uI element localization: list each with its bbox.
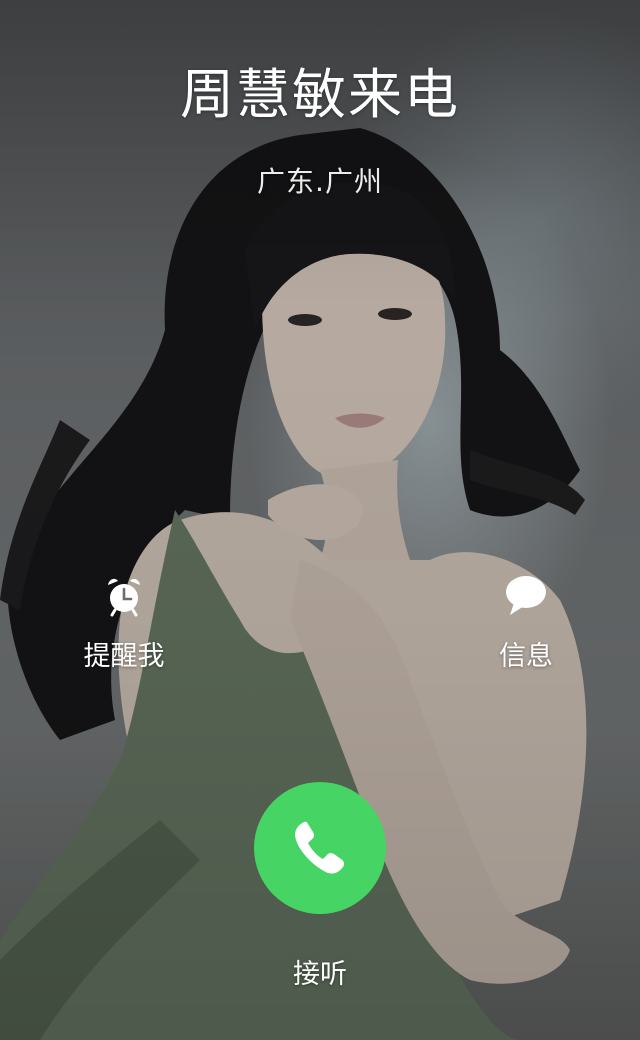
remind-me-label: 提醒我	[83, 641, 165, 672]
message-label: 信息	[499, 641, 553, 672]
answer-button[interactable]	[254, 782, 386, 914]
caller-name: 周慧敏来电	[180, 63, 460, 126]
remind-me-button[interactable]: 提醒我	[54, 572, 194, 673]
alarm-clock-icon	[108, 578, 140, 617]
answer-control: 接听	[0, 782, 640, 991]
answer-label: 接听	[293, 959, 347, 990]
caller-location: 广东.广州	[257, 165, 383, 198]
speech-bubble-icon	[506, 576, 546, 615]
incoming-call-screen: 周慧敏来电 广东.广州 提醒我 信息 接听	[0, 0, 640, 1040]
phone-handset-icon	[295, 821, 345, 874]
message-button[interactable]: 信息	[456, 572, 596, 673]
